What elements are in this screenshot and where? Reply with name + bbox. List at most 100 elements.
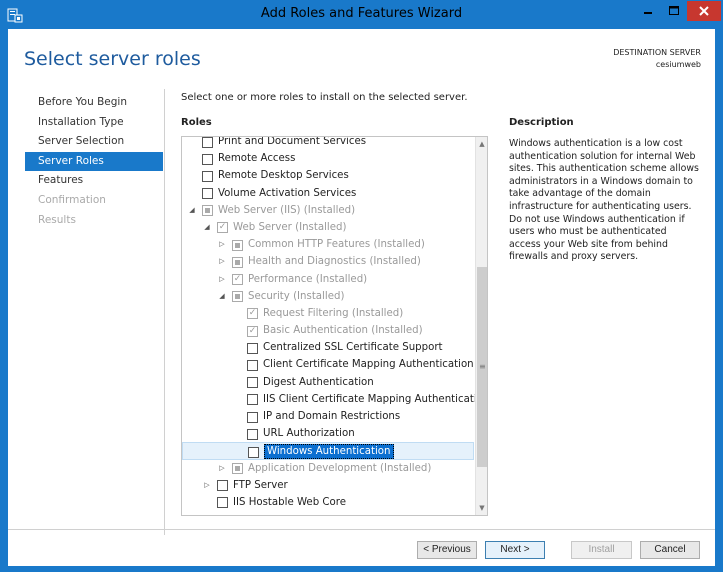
window-title: Add Roles and Features Wizard xyxy=(260,6,463,21)
collapse-icon[interactable]: ◢ xyxy=(187,202,197,219)
scrollbar-grip-icon: ≡ xyxy=(479,362,486,371)
role-checkbox[interactable] xyxy=(232,291,243,303)
role-label: Application Development (Installed) xyxy=(248,462,432,474)
role-row[interactable]: URL Authorization xyxy=(182,425,474,442)
title-bar[interactable]: Add Roles and Features Wizard xyxy=(1,1,722,29)
role-row[interactable]: ◢ Web Server (IIS) (Installed) xyxy=(182,202,474,219)
role-checkbox[interactable]: ✓ xyxy=(247,308,258,320)
collapse-icon[interactable]: ◢ xyxy=(217,288,227,305)
wizard-window: Add Roles and Features Wizard Select ser… xyxy=(0,0,723,572)
scrollbar-thumb[interactable]: ≡ xyxy=(477,267,487,467)
minimize-icon[interactable] xyxy=(635,1,661,21)
role-checkbox[interactable] xyxy=(248,446,259,458)
role-checkbox[interactable] xyxy=(247,377,258,389)
role-row[interactable]: ▷ ✓ Performance (Installed) xyxy=(182,271,474,288)
install-button[interactable]: Install xyxy=(571,541,632,559)
role-label: Centralized SSL Certificate Support xyxy=(263,342,443,354)
role-label: IIS Client Certificate Mapping Authentic… xyxy=(263,393,488,405)
nav-item-features[interactable]: Features xyxy=(25,171,163,191)
role-label: Health and Diagnostics (Installed) xyxy=(248,256,421,268)
maximize-icon[interactable] xyxy=(661,1,687,21)
footer-divider xyxy=(8,529,715,530)
role-row[interactable]: IP and Domain Restrictions xyxy=(182,408,474,425)
expand-icon[interactable]: ▷ xyxy=(217,253,227,270)
role-checkbox[interactable] xyxy=(232,463,243,475)
role-checkbox[interactable]: ✓ xyxy=(217,222,228,234)
role-checkbox[interactable] xyxy=(202,205,213,217)
destination-server-name: cesiumweb xyxy=(655,60,701,69)
scroll-down-icon[interactable]: ▼ xyxy=(476,501,487,515)
role-label: FTP Server xyxy=(233,479,288,491)
expand-icon[interactable]: ▷ xyxy=(202,477,212,494)
wizard-navigation: Before You Begin Installation Type Server … xyxy=(25,93,163,230)
previous-button[interactable]: < Previous xyxy=(417,541,477,559)
role-checkbox[interactable] xyxy=(232,239,243,251)
role-row[interactable]: Print and Document Services xyxy=(182,136,474,150)
role-checkbox[interactable] xyxy=(247,394,258,406)
description-text: Windows authentication is a low cost aut… xyxy=(509,138,699,263)
role-checkbox[interactable] xyxy=(217,480,228,492)
role-row[interactable]: Windows Authentication xyxy=(182,442,474,460)
role-checkbox[interactable] xyxy=(202,153,213,165)
role-label: Common HTTP Features (Installed) xyxy=(248,239,425,251)
roles-tree[interactable]: Print and Document Services Remote Access… xyxy=(181,136,488,516)
nav-item-server-selection[interactable]: Server Selection xyxy=(25,132,163,152)
role-row[interactable]: Digest Authentication xyxy=(182,374,474,391)
role-checkbox[interactable] xyxy=(202,170,213,182)
role-row[interactable]: ▷ Common HTTP Features (Installed) xyxy=(182,236,474,253)
role-label: Windows Authentication xyxy=(264,444,394,460)
role-label: Web Server (IIS) (Installed) xyxy=(218,204,356,216)
role-row[interactable]: ▷ FTP Server xyxy=(182,477,474,494)
role-row[interactable]: Volume Activation Services xyxy=(182,185,474,202)
role-checkbox[interactable] xyxy=(247,411,258,423)
role-label: Basic Authentication (Installed) xyxy=(263,325,423,337)
scroll-up-icon[interactable]: ▲ xyxy=(476,137,487,151)
role-checkbox[interactable] xyxy=(202,137,213,148)
role-checkbox[interactable] xyxy=(232,256,243,268)
role-row[interactable]: ▷ Application Development (Installed) xyxy=(182,460,474,477)
collapse-icon[interactable]: ◢ xyxy=(202,219,212,236)
nav-item-before-you-begin[interactable]: Before You Begin xyxy=(25,93,163,113)
role-row[interactable]: IIS Client Certificate Mapping Authentic… xyxy=(182,391,487,408)
page-title: Select server roles xyxy=(24,48,201,70)
cancel-button[interactable]: Cancel xyxy=(640,541,700,559)
roles-heading: Roles xyxy=(181,117,212,128)
expand-icon[interactable]: ▷ xyxy=(217,271,227,288)
role-checkbox[interactable]: ✓ xyxy=(247,325,258,337)
nav-item-results: Results xyxy=(38,213,76,226)
role-label: Volume Activation Services xyxy=(218,187,357,199)
role-checkbox[interactable] xyxy=(247,428,258,440)
role-row[interactable]: Remote Desktop Services xyxy=(182,167,474,184)
role-label: Print and Document Services xyxy=(218,136,367,147)
role-checkbox[interactable] xyxy=(247,342,258,354)
role-checkbox[interactable]: ✓ xyxy=(232,274,243,285)
next-button[interactable]: Next > xyxy=(485,541,545,559)
role-label: Web Server (Installed) xyxy=(233,221,347,233)
role-checkbox[interactable] xyxy=(217,497,228,509)
roles-scrollbar[interactable]: ▲ ≡ ▼ xyxy=(475,137,487,515)
role-checkbox[interactable] xyxy=(247,359,258,371)
role-label: Security (Installed) xyxy=(248,290,345,302)
role-label: IP and Domain Restrictions xyxy=(263,411,401,422)
role-label: Digest Authentication xyxy=(263,376,374,388)
role-label: Performance (Installed) xyxy=(248,273,368,285)
role-label: Client Certificate Mapping Authenticatio… xyxy=(263,359,474,371)
role-row[interactable]: ▷ Health and Diagnostics (Installed) xyxy=(182,253,474,270)
role-row[interactable]: Remote Access xyxy=(182,150,474,167)
role-row[interactable]: IIS Hostable Web Core xyxy=(182,494,474,511)
role-row[interactable]: Client Certificate Mapping Authenticatio… xyxy=(182,356,474,373)
role-row[interactable]: ✓ Request Filtering (Installed) xyxy=(182,305,474,322)
role-row[interactable]: Centralized SSL Certificate Support xyxy=(182,339,474,356)
close-icon[interactable] xyxy=(687,1,721,21)
role-checkbox[interactable] xyxy=(202,188,213,200)
role-row[interactable]: ◢ Security (Installed) xyxy=(182,288,474,305)
role-label: Remote Access xyxy=(218,153,296,165)
role-row[interactable]: ◢ ✓ Web Server (Installed) xyxy=(182,219,474,236)
description-heading: Description xyxy=(509,117,574,128)
nav-item-installation-type[interactable]: Installation Type xyxy=(25,113,163,133)
expand-icon[interactable]: ▷ xyxy=(217,236,227,253)
role-row[interactable]: ✓ Basic Authentication (Installed) xyxy=(182,322,474,339)
nav-item-server-roles[interactable]: Server Roles xyxy=(25,151,163,172)
role-label: Remote Desktop Services xyxy=(218,170,349,182)
expand-icon[interactable]: ▷ xyxy=(217,460,227,477)
